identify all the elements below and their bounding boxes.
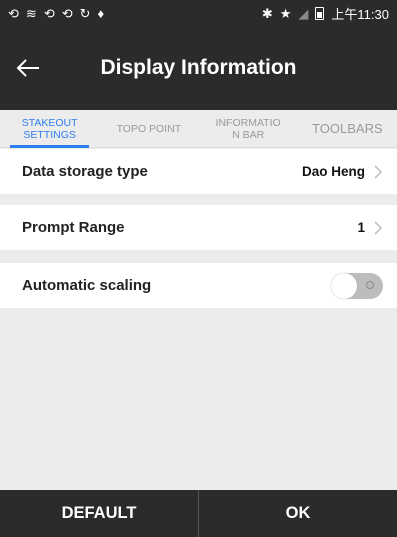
row-label: Automatic scaling — [22, 277, 152, 294]
row-value-group: Dao Heng — [302, 164, 383, 179]
tab-topo-point[interactable]: TOPO POINT — [99, 110, 198, 148]
tab-label: TOPO POINT — [116, 122, 182, 135]
chevron-right-icon — [374, 164, 383, 179]
location-pin-icon: ♦ — [97, 5, 105, 21]
signal-icon: ◢ — [298, 5, 309, 21]
page-title: Display Information — [100, 56, 297, 79]
wifi-off-icon: ≋ — [25, 5, 37, 21]
prompt-range-row[interactable]: Prompt Range 1 — [0, 205, 397, 250]
row-value: 1 — [357, 220, 365, 235]
status-right-icons: ✱ ★ ◢ 上午11:30 — [262, 4, 389, 23]
automatic-scaling-row: Automatic scaling — [0, 263, 397, 308]
sync-icon: ⟲ — [43, 5, 55, 21]
battery-icon — [315, 6, 325, 20]
row-label: Prompt Range — [22, 219, 125, 236]
bottom-bar: DEFAULT OK — [0, 490, 397, 537]
toggle-knob — [331, 272, 357, 299]
row-value: Dao Heng — [301, 164, 365, 179]
default-button[interactable]: DEFAULT — [0, 490, 198, 537]
toggle-off-indicator-icon — [366, 280, 374, 289]
tab-bar: STAKEOUT SETTINGS TOPO POINT INFORMATIO … — [0, 110, 397, 148]
bluetooth-icon: ✱ — [261, 5, 273, 21]
tab-information-bar[interactable]: INFORMATIO N BAR — [199, 110, 298, 148]
row-value-group: 1 — [357, 220, 383, 235]
tab-stakeout-settings[interactable]: STAKEOUT SETTINGS — [0, 110, 99, 148]
row-label: Data storage type — [22, 163, 148, 180]
status-left-icons: ⟲ ≋ ⟲ ⟲ ↻ ♦ — [8, 7, 104, 20]
ok-button[interactable]: OK — [199, 490, 397, 537]
data-storage-type-row[interactable]: Data storage type Dao Heng — [0, 149, 397, 194]
header: Display Information — [0, 26, 397, 110]
sync-icon: ⟲ — [61, 5, 73, 21]
tab-toolbars[interactable]: TOOLBARS — [298, 110, 397, 148]
status-time: 上午11:30 — [331, 6, 389, 22]
status-bar: ⟲ ≋ ⟲ ⟲ ↻ ♦ ✱ ★ ◢ 上午11:30 — [0, 0, 397, 26]
star-icon: ★ — [279, 5, 292, 21]
refresh-icon: ↻ — [79, 5, 91, 21]
tab-label: INFORMATIO N BAR — [215, 116, 281, 141]
sync-icon: ⟲ — [8, 5, 19, 21]
chevron-right-icon — [374, 220, 383, 235]
tab-label: TOOLBARS — [312, 120, 383, 136]
automatic-scaling-toggle[interactable] — [331, 272, 383, 299]
tab-label: STAKEOUT SETTINGS — [21, 116, 78, 141]
